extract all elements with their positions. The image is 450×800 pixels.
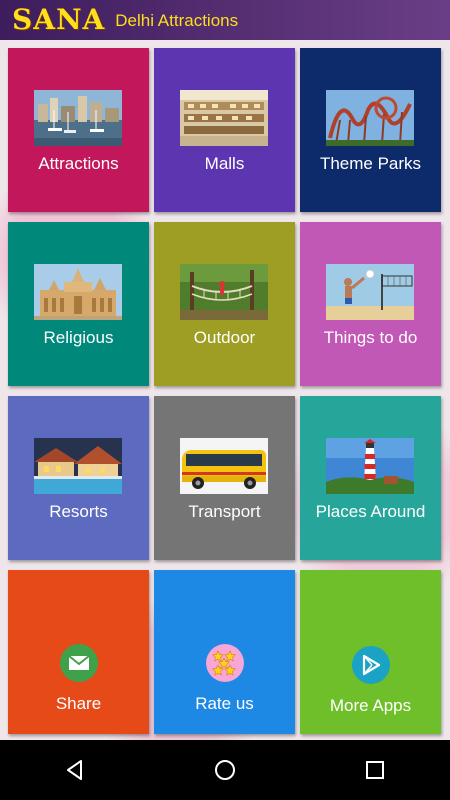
lighthouse-photo bbox=[326, 438, 414, 494]
back-icon[interactable] bbox=[55, 750, 95, 790]
tile-theme-parks[interactable]: Theme Parks bbox=[300, 48, 441, 212]
tile-label: Attractions bbox=[38, 154, 119, 173]
tile-things-to-do[interactable]: Things to do bbox=[300, 222, 441, 386]
beach-volleyball-photo bbox=[326, 264, 414, 320]
tile-malls[interactable]: Malls bbox=[154, 48, 295, 212]
tile-label: Religious bbox=[43, 328, 114, 347]
page-title: Delhi Attractions bbox=[115, 11, 239, 30]
roller-coaster-photo bbox=[326, 90, 414, 146]
harbor-city-photo bbox=[34, 90, 122, 146]
system-nav-bar bbox=[0, 740, 450, 800]
play-store-icon bbox=[352, 646, 390, 684]
rope-course-photo bbox=[180, 264, 268, 320]
tile-outdoor[interactable]: Outdoor bbox=[154, 222, 295, 386]
tile-places-around[interactable]: Places Around bbox=[300, 396, 441, 560]
tile-label: Places Around bbox=[315, 502, 426, 521]
temple-photo bbox=[34, 264, 122, 320]
share-button[interactable]: Share bbox=[8, 570, 149, 734]
tile-label: Things to do bbox=[323, 328, 418, 347]
tile-label: Malls bbox=[204, 154, 245, 173]
tile-resorts[interactable]: Resorts bbox=[8, 396, 149, 560]
tile-label: Rate us bbox=[195, 694, 254, 713]
rate-us-button[interactable]: Rate us bbox=[154, 570, 295, 734]
app-bar: SANA Delhi Attractions bbox=[0, 0, 450, 40]
tile-attractions[interactable]: Attractions bbox=[8, 48, 149, 212]
share-mail-icon bbox=[60, 644, 98, 682]
tile-label: Outdoor bbox=[193, 328, 256, 347]
tile-transport[interactable]: Transport bbox=[154, 396, 295, 560]
tile-label: Theme Parks bbox=[319, 154, 422, 173]
mall-interior-photo bbox=[180, 90, 268, 146]
tile-label: More Apps bbox=[329, 696, 412, 715]
more-apps-button[interactable]: More Apps bbox=[300, 570, 441, 734]
yellow-bus-photo bbox=[180, 438, 268, 494]
home-icon[interactable] bbox=[205, 750, 245, 790]
category-grid: Attractions Malls Theme Parks Religious … bbox=[0, 40, 450, 736]
tile-religious[interactable]: Religious bbox=[8, 222, 149, 386]
tile-label: Resorts bbox=[49, 502, 108, 521]
brand-logo: SANA bbox=[12, 2, 106, 36]
resort-pool-photo bbox=[34, 438, 122, 494]
tile-label: Share bbox=[55, 694, 102, 713]
recents-icon[interactable] bbox=[355, 750, 395, 790]
rate-stars-icon bbox=[206, 644, 244, 682]
tile-label: Transport bbox=[188, 502, 261, 521]
